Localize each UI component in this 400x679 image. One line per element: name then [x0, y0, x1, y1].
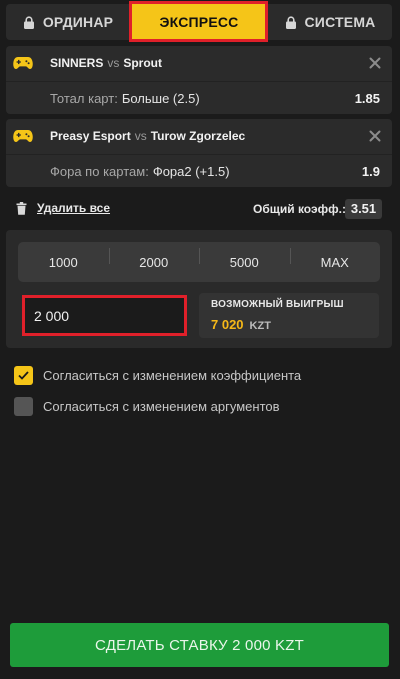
market-name: Фора по картам: [50, 163, 149, 179]
tab-express-label: ЭКСПРЕСС [159, 14, 239, 30]
bet-card: SINNERS vs Sprout Тотал карт: Больше (2.5) … [6, 46, 392, 114]
gamepad-icon [13, 57, 33, 69]
checkbox-unchecked[interactable] [14, 396, 33, 416]
checkbox-label: Согласиться с изменением аргументов [43, 398, 280, 414]
market: Фора по картам: Фора2 (+1.5) [50, 164, 230, 179]
possible-win-currency: KZT [249, 320, 271, 332]
market-name: Тотал карт: [50, 90, 118, 106]
stake-input[interactable] [22, 295, 187, 336]
total-odds-label: Общий коэфф.: [253, 202, 346, 216]
team-2: Sprout [123, 56, 163, 70]
possible-win-amount: 7 020 KZT [211, 317, 271, 332]
odd-value: 1.9 [361, 163, 380, 179]
match-teams: SINNERS vs Sprout [50, 56, 162, 70]
bet-slip: ОРДИНАР ЭКСПРЕСС СИСТЕМА SINNERS vs Sprou [0, 0, 400, 679]
close-icon[interactable] [369, 130, 381, 142]
lock-icon [285, 15, 296, 29]
checkbox-checked[interactable] [14, 365, 33, 385]
bet-card: Preasy Esport vs Turow Zgorzelec Фора по к… [6, 119, 392, 187]
place-bet-button[interactable]: СДЕЛАТЬ СТАВКУ 2 000 KZT [10, 623, 389, 667]
close-icon[interactable] [369, 57, 381, 69]
possible-win-box: ВОЗМОЖНЫЙ ВЫИГРЫШ 7 020 KZT [199, 293, 379, 338]
bet-selection: Фора по картам: Фора2 (+1.5) 1.9 [6, 154, 392, 187]
team-1: Preasy Esport [50, 129, 131, 143]
possible-win-value: 7 020 [211, 317, 244, 332]
possible-win-title: ВОЗМОЖНЫЙ ВЫИГРЫШ [211, 299, 344, 310]
vs-label: vs [107, 56, 120, 70]
match-teams: Preasy Esport vs Turow Zgorzelec [50, 129, 245, 143]
gamepad-icon [13, 130, 33, 142]
team-1: SINNERS [50, 56, 104, 70]
delete-all-button[interactable]: Удалить все [16, 198, 110, 218]
checkbox-label: Согласиться с изменением коэффициента [43, 367, 302, 383]
selection: Больше (2.5) [121, 90, 200, 106]
bet-header: SINNERS vs Sprout [6, 46, 392, 80]
tab-system-label: СИСТЕМА [304, 14, 376, 30]
bet-header: Preasy Esport vs Turow Zgorzelec [6, 119, 392, 153]
bet-selection: Тотал карт: Больше (2.5) 1.85 [6, 81, 392, 114]
tab-system[interactable]: СИСТЕМА [268, 4, 392, 40]
quick-stake-max[interactable]: MAX [289, 247, 381, 270]
check-icon [18, 370, 29, 380]
quick-stake-5000[interactable]: 5000 [199, 247, 290, 270]
quick-stake-bar: 1000 2000 5000 MAX [18, 242, 380, 282]
vs-label: vs [134, 129, 147, 143]
selection: Фора2 (+1.5) [152, 163, 230, 179]
quick-stake-1000[interactable]: 1000 [18, 255, 109, 270]
tab-express[interactable]: ЭКСПРЕСС [130, 4, 268, 40]
accept-arguments-change-checkbox[interactable]: Согласиться с изменением аргументов [14, 396, 280, 416]
quick-stake-2000[interactable]: 2000 [108, 247, 200, 270]
trash-icon [16, 201, 27, 215]
tab-single-label: ОРДИНАР [42, 14, 114, 30]
odd-value: 1.85 [354, 90, 380, 106]
accept-odds-change-checkbox[interactable]: Согласиться с изменением коэффициента [14, 365, 301, 385]
team-2: Turow Zgorzelec [150, 129, 246, 143]
lock-icon [23, 15, 34, 29]
bet-type-tabs: ОРДИНАР ЭКСПРЕСС СИСТЕМА [6, 4, 392, 40]
market: Тотал карт: Больше (2.5) [50, 91, 200, 106]
delete-all-label: Удалить все [37, 201, 111, 215]
total-odds-value: 3.51 [345, 199, 382, 219]
tab-single[interactable]: ОРДИНАР [6, 4, 130, 40]
